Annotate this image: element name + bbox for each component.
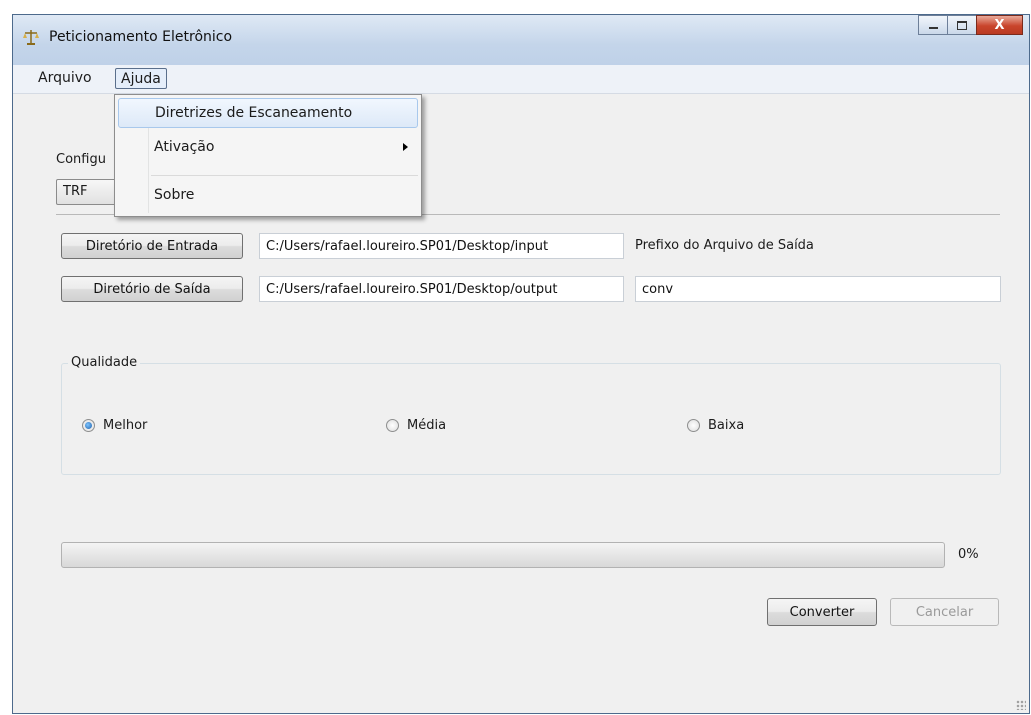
ajuda-dropdown-menu: Diretrizes de Escaneamento Ativação Sobr… <box>114 94 422 217</box>
conversion-progress-bar <box>61 542 945 568</box>
quality-radio-melhor[interactable]: Melhor <box>82 418 147 433</box>
progress-percent-label: 0% <box>958 547 979 562</box>
menu-item-diretrizes[interactable]: Diretrizes de Escaneamento <box>118 98 418 128</box>
app-window: Peticionamento Eletrônico X Arquivo Ajud… <box>12 14 1030 714</box>
menu-ajuda[interactable]: Ajuda <box>115 68 167 89</box>
window-controls: X <box>918 15 1023 35</box>
radio-label: Média <box>407 418 447 433</box>
config-label: Configu <box>56 152 106 167</box>
submenu-arrow-icon <box>403 143 408 151</box>
convert-button[interactable]: Converter <box>767 598 877 626</box>
menu-arquivo[interactable]: Arquivo <box>33 68 97 89</box>
menu-item-sobre[interactable]: Sobre <box>118 181 418 211</box>
output-prefix-label: Prefixo do Arquivo de Saída <box>635 238 814 253</box>
quality-radio-baixa[interactable]: Baixa <box>687 418 744 433</box>
quality-group <box>61 363 1001 475</box>
resize-grip-icon[interactable] <box>1016 700 1026 710</box>
input-directory-button[interactable]: Diretório de Entrada <box>61 233 243 259</box>
radio-label: Baixa <box>708 418 745 433</box>
output-directory-field[interactable] <box>259 276 624 302</box>
config-select[interactable]: TRF <box>56 179 116 205</box>
menu-bar: Arquivo Ajuda <box>13 65 1029 94</box>
menu-item-label: Diretrizes de Escaneamento <box>155 105 353 121</box>
radio-checked-icon <box>82 419 95 432</box>
minimize-button[interactable] <box>918 15 948 35</box>
quality-legend: Qualidade <box>68 355 141 370</box>
minimize-icon <box>928 27 938 29</box>
menu-item-label: Sobre <box>154 187 195 203</box>
maximize-icon <box>957 20 967 30</box>
cancel-button[interactable]: Cancelar <box>890 598 999 626</box>
output-prefix-field[interactable] <box>635 276 1001 302</box>
maximize-button[interactable] <box>947 15 977 35</box>
radio-unchecked-icon <box>386 419 399 432</box>
close-button[interactable]: X <box>976 15 1023 35</box>
radio-label: Melhor <box>103 418 148 433</box>
window-title: Peticionamento Eletrônico <box>49 29 233 45</box>
input-directory-field[interactable] <box>259 233 624 259</box>
title-bar[interactable]: Peticionamento Eletrônico X <box>13 15 1029 65</box>
menu-item-label: Ativação <box>154 139 215 155</box>
menu-item-ativacao[interactable]: Ativação <box>118 133 418 163</box>
radio-unchecked-icon <box>687 419 700 432</box>
output-directory-button[interactable]: Diretório de Saída <box>61 276 243 302</box>
quality-radio-media[interactable]: Média <box>386 418 446 433</box>
scales-of-justice-icon <box>23 30 39 45</box>
close-icon: X <box>994 17 1005 33</box>
menu-separator <box>151 175 418 176</box>
